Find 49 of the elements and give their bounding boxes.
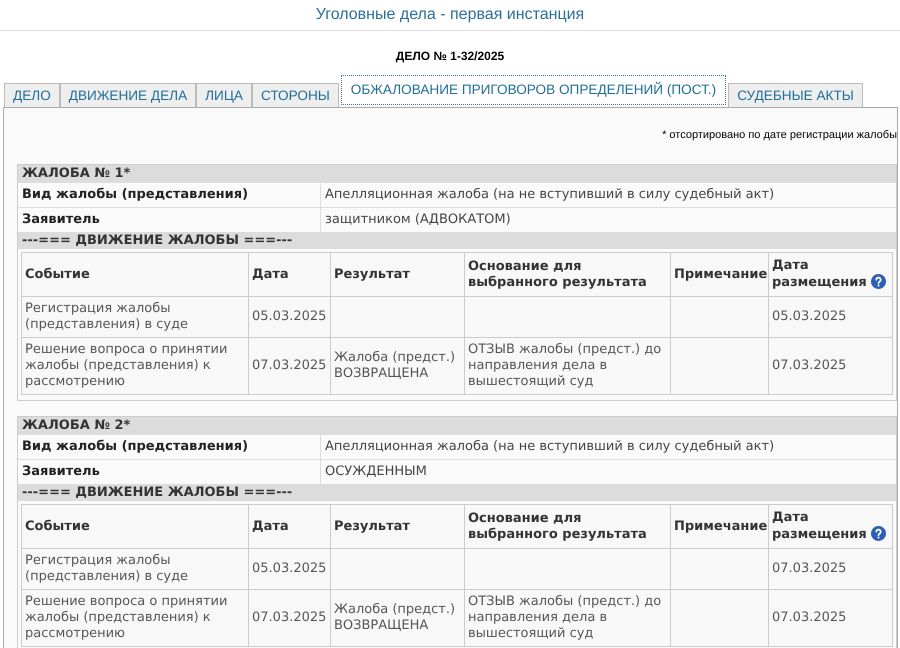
column-header: Событие <box>22 252 248 296</box>
column-header: Примечание <box>670 504 768 548</box>
table-cell: Жалоба (предст.) ВОЗВРАЩЕНА <box>330 338 464 394</box>
column-header: Результат <box>330 252 464 296</box>
tab[interactable]: СТОРОНЫ <box>252 83 339 107</box>
complaint-title: ЖАЛОБА № 2* <box>18 417 896 434</box>
column-header: Дата размещения <box>772 510 867 542</box>
table-cell: Решение вопроса о принятии жалобы (представления) к рассмотрению <box>22 590 248 646</box>
field-label: Вид жалобы (представления) <box>21 186 250 204</box>
table-cell: 07.03.2025 <box>768 338 892 394</box>
column-header: Основание для выбранного результата <box>464 504 670 548</box>
table-cell: Регистрация жалобы (представления) в суде <box>22 548 248 590</box>
column-header: Примечание <box>670 252 768 296</box>
table-cell: 05.03.2025 <box>768 296 892 338</box>
table-cell: ОТЗЫВ жалобы (предст.) до направления дела в вышестоящий суд <box>464 338 670 394</box>
column-header: Дата <box>248 504 330 548</box>
column-header: Дата <box>248 252 330 296</box>
field-label: Вид жалобы (представления) <box>21 438 250 456</box>
help-icon[interactable] <box>870 526 886 541</box>
field-label: Заявитель <box>21 211 101 229</box>
table-cell: 07.03.2025 <box>768 548 892 590</box>
case-number: ДЕЛО № 1-32/2025 <box>396 49 504 63</box>
help-icon[interactable] <box>870 274 886 289</box>
table-cell: ОТЗЫВ жалобы (предст.) до направления дела в вышестоящий суд <box>464 590 670 646</box>
tab[interactable]: ОБЖАЛОВАНИЕ ПРИГОВОРОВ ОПРЕДЕЛЕНИЙ (ПОСТ.) <box>340 75 726 105</box>
table-cell: Регистрация жалобы (представления) в суде <box>22 296 248 338</box>
table-cell: 07.03.2025 <box>248 590 330 646</box>
field-label: Заявитель <box>21 463 101 481</box>
table-cell: 05.03.2025 <box>248 296 330 338</box>
column-header: Событие <box>22 504 248 548</box>
section-title: ---=== ДВИЖЕНИЕ ЖАЛОБЫ ===--- <box>18 484 896 501</box>
tab[interactable]: ДЕЛО <box>4 83 60 107</box>
tab[interactable]: ДВИЖЕНИЕ ДЕЛА <box>60 83 196 107</box>
column-header: Дата размещения <box>772 258 867 290</box>
table-cell: 07.03.2025 <box>768 590 892 646</box>
table-cell: 07.03.2025 <box>248 338 330 394</box>
column-header: Основание для выбранного результата <box>464 252 670 296</box>
tab[interactable]: СУДЕБНЫЕ АКТЫ <box>728 83 863 107</box>
section-title: ---=== ДВИЖЕНИЕ ЖАЛОБЫ ===--- <box>18 232 896 249</box>
complaint-title: ЖАЛОБА № 1* <box>18 165 896 182</box>
page-title: Уголовные дела - первая инстанция <box>316 5 584 25</box>
field-value: Апелляционная жалоба (на не вступивший в силу судебный акт) <box>320 435 896 459</box>
table-cell: Жалоба (предст.) ВОЗВРАЩЕНА <box>330 590 464 646</box>
sort-note: * отсортировано по дате регистрации жалобы <box>662 128 897 142</box>
tab[interactable]: ЛИЦА <box>196 83 252 107</box>
table-cell: 05.03.2025 <box>248 548 330 590</box>
field-value: Апелляционная жалоба (на не вступивший в силу судебный акт) <box>320 183 896 207</box>
table-cell: Решение вопроса о принятии жалобы (представления) к рассмотрению <box>22 338 248 394</box>
column-header: Результат <box>330 504 464 548</box>
